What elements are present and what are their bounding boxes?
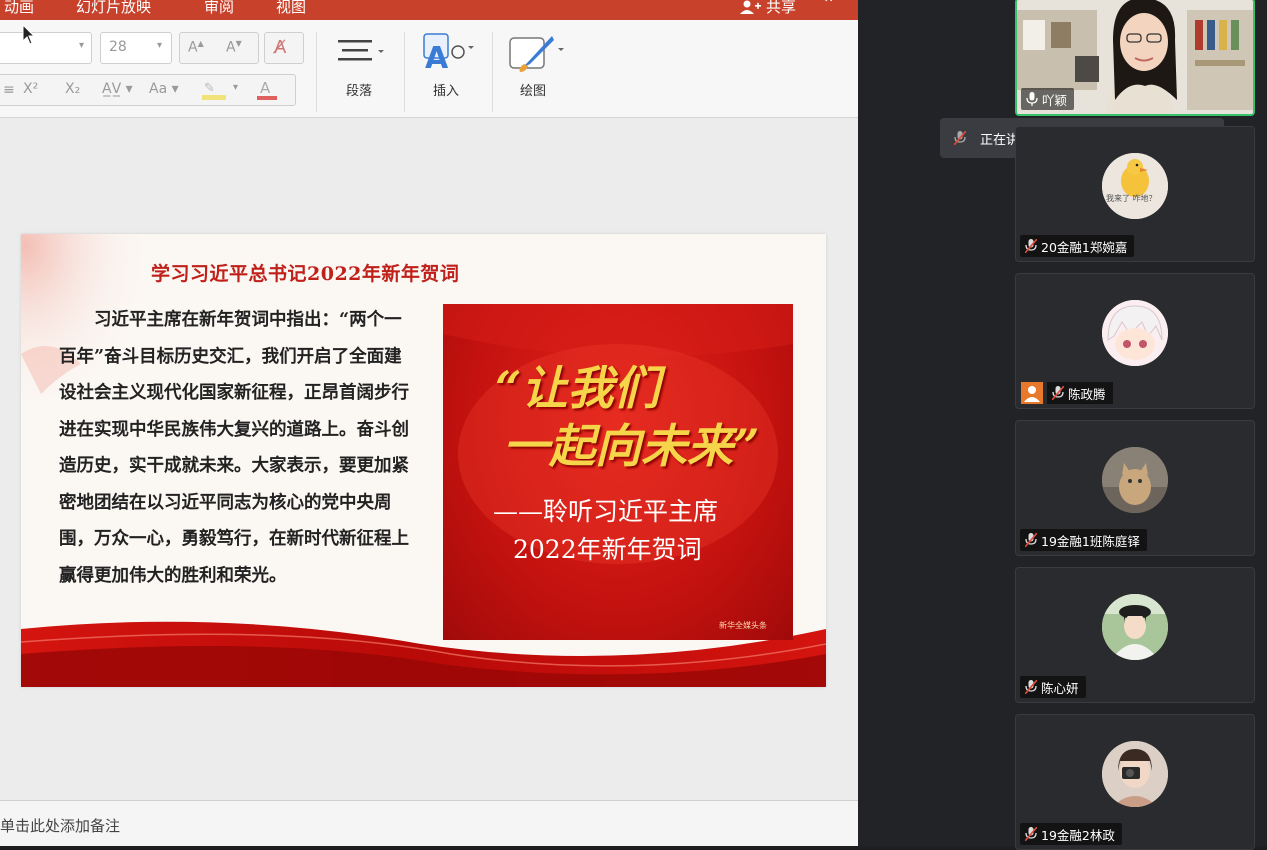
avatar-caption: 我来了 咋地？ [1106, 194, 1157, 203]
increase-font-icon[interactable]: A▲ [188, 39, 204, 56]
person-icon [1021, 382, 1043, 404]
microphone-muted-icon [1052, 386, 1064, 400]
svg-text:A: A [425, 41, 449, 76]
camera-girl-avatar-image [1102, 741, 1168, 807]
menu-review[interactable]: 审阅 [204, 0, 234, 17]
notes-pane[interactable]: 单击此处添加备注 [0, 800, 858, 846]
microphone-muted-icon [1025, 680, 1037, 694]
participant-name-tag: 19金融1班陈庭铎 [1020, 529, 1147, 551]
menu-bar: 动画 幻灯片放映 审阅 视图 共享 ⌃ [0, 0, 858, 20]
participant-name-tag: 19金融2林政 [1020, 823, 1122, 845]
microphone-icon [1026, 92, 1038, 106]
menu-view[interactable]: 视图 [276, 0, 306, 17]
duck-avatar-image [1102, 153, 1168, 219]
participant-name: 19金融2林政 [1041, 827, 1115, 843]
participant-name-group: 陈政腾 [1047, 382, 1113, 404]
poster-subtitle-line1: ——聆听习近平主席 [493, 497, 719, 526]
chevron-up-icon[interactable]: ⌃ [822, 0, 835, 13]
change-case-icon[interactable]: Aa ▾ [149, 81, 179, 97]
mouse-cursor-icon [22, 24, 36, 45]
avatar [1102, 594, 1168, 660]
participant-tile[interactable]: 我来了 咋地？ 20金融1郑婉嘉 [1015, 126, 1255, 262]
participant-tile[interactable]: 陈心妍 [1015, 567, 1255, 703]
cat-avatar-image [1102, 447, 1168, 513]
insert-shapes-icon: A [423, 33, 474, 76]
notes-placeholder[interactable]: 单击此处添加备注 [0, 815, 120, 836]
participant-name-tag: 陈心妍 [1020, 676, 1086, 698]
slide-canvas[interactable]: 学习习近平总书记2022年新年贺词 习近平主席在新年贺词中指出：“两个一百年”奋… [21, 234, 826, 687]
divider [316, 32, 317, 112]
microphone-muted-icon [954, 131, 966, 145]
paragraph-button[interactable] [336, 36, 386, 76]
menu-animation[interactable]: 动画 [4, 0, 34, 17]
chevron-down-icon: ▾ [79, 40, 85, 51]
decrease-font-icon[interactable]: A▼ [226, 39, 242, 56]
font-format-row: ≡ X² X₂ A̲V̲ ▾ Aa ▾ ✎ ▾ A [0, 74, 296, 106]
clear-format-button[interactable]: A̸ [264, 32, 304, 64]
font-size-value: 28 [109, 39, 127, 55]
poster-subtitle-line2: 2022年新年贺词 [513, 535, 702, 564]
chevron-down-icon: ▾ [233, 82, 239, 93]
subscript-button[interactable]: X₂ [65, 81, 80, 97]
poster-slogan-line2: 一起向未来” [503, 419, 760, 473]
participant-name-tag: 吖颖 [1021, 88, 1075, 110]
share-button[interactable]: 共享 [740, 0, 796, 17]
participant-name: 20金融1郑婉嘉 [1041, 239, 1128, 255]
slide-body-text: 习近平主席在新年贺词中指出：“两个一百年”奋斗目标历史交汇，我们开启了全面建设社… [59, 310, 409, 586]
font-size-select[interactable]: 28 ▾ [100, 32, 172, 64]
paragraph-icon [338, 40, 384, 61]
insert-label: 插入 [433, 84, 460, 99]
avatar: 我来了 咋地？ [1102, 153, 1168, 219]
poster-source-logo: 新华全媒头条 [719, 621, 767, 630]
superscript-button[interactable]: X² [23, 81, 38, 97]
draw-label: 绘图 [520, 84, 547, 99]
avatar [1102, 300, 1168, 366]
microphone-muted-icon [1025, 239, 1037, 253]
participant-tile-active[interactable]: 吖颖 [1015, 0, 1255, 116]
presentation-window: 动画 幻灯片放映 审阅 视图 共享 ⌃ ▾ 28 ▾ A▲ A▼ A̸ ≡ X² [0, 0, 858, 846]
draw-button[interactable] [508, 34, 568, 76]
participant-name-tag: 20金融1郑婉嘉 [1020, 235, 1135, 257]
divider [404, 32, 405, 112]
ribbon-toolbar: ▾ 28 ▾ A▲ A▼ A̸ ≡ X² X₂ A̲V̲ ▾ Aa ▾ ✎ ▾ … [0, 20, 858, 118]
participant-name: 陈心妍 [1041, 680, 1079, 696]
highlight-icon[interactable]: ✎ [202, 81, 228, 101]
slide-editing-area: 学习习近平总书记2022年新年贺词 习近平主席在新年贺词中指出：“两个一百年”奋… [0, 118, 858, 800]
participant-tile[interactable]: 陈政腾 [1015, 273, 1255, 409]
participant-name: 陈政腾 [1068, 386, 1106, 402]
girl-avatar-image [1102, 594, 1168, 660]
microphone-muted-icon [1025, 827, 1037, 841]
poster-slogan-line1: “让我们 [495, 361, 660, 415]
avatar [1102, 447, 1168, 513]
avatar [1102, 741, 1168, 807]
paragraph-label: 段落 [346, 84, 373, 99]
menu-slideshow[interactable]: 幻灯片放映 [76, 0, 151, 17]
participant-name: 吖颖 [1042, 92, 1068, 108]
participant-tile[interactable]: 19金融1班陈庭铎 [1015, 420, 1255, 556]
insert-button[interactable]: A [420, 32, 478, 76]
participant-name: 19金融1班陈庭铎 [1041, 533, 1140, 549]
anime-avatar-image [1102, 300, 1168, 366]
font-size-stepper: A▲ A▼ [179, 32, 259, 64]
share-label: 共享 [766, 0, 797, 16]
char-spacing-icon[interactable]: A̲V̲ ▾ [102, 81, 133, 97]
slide-title: 学习习近平总书记2022年新年贺词 [151, 263, 460, 285]
slide-poster-image: “让我们 一起向未来” ——聆听习近平主席 2022年新年贺词 新华全媒头条 [443, 304, 793, 640]
microphone-muted-icon [1025, 533, 1037, 547]
participant-name-tag: 陈政腾 [1016, 382, 1120, 404]
participant-tile[interactable]: 19金融2林政 [1015, 714, 1255, 850]
add-person-icon [740, 0, 761, 14]
eraser-icon: A̸ [274, 37, 287, 58]
chevron-down-icon: ▾ [157, 40, 163, 51]
paintbrush-icon [509, 36, 564, 72]
font-name-select[interactable]: ▾ [0, 32, 92, 64]
font-color-icon[interactable]: A [255, 79, 281, 101]
divider [492, 32, 493, 112]
align-icon[interactable]: ≡ [3, 82, 15, 98]
